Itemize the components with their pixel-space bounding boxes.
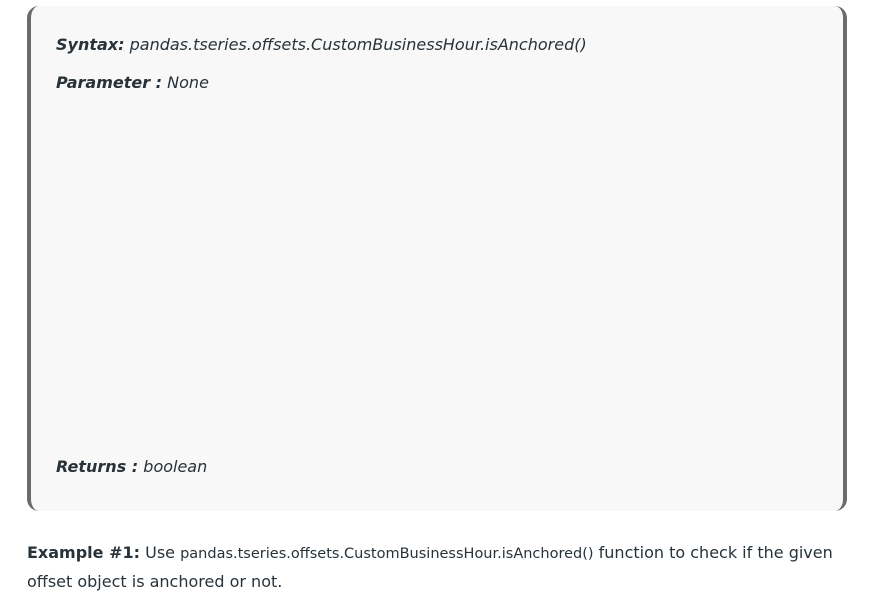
- returns-line: Returns : boolean: [56, 457, 207, 476]
- parameter-value: None: [167, 73, 209, 92]
- example-text-before: Use: [145, 543, 175, 562]
- example-code: pandas.tseries.offsets.CustomBusinessHou…: [180, 546, 594, 562]
- syntax-label: Syntax:: [56, 35, 125, 54]
- syntax-line: Syntax: pandas.tseries.offsets.CustomBus…: [56, 35, 587, 54]
- syntax-value: pandas.tseries.offsets.CustomBusinessHou…: [129, 35, 587, 54]
- parameter-line: Parameter : None: [56, 73, 209, 92]
- parameter-label: Parameter :: [56, 73, 163, 92]
- article-content: Syntax: pandas.tseries.offsets.CustomBus…: [0, 0, 893, 604]
- returns-value: boolean: [143, 457, 208, 476]
- example-label: Example #1:: [27, 543, 141, 562]
- example-paragraph: Example #1: Use pandas.tseries.offsets.C…: [27, 539, 857, 596]
- returns-label: Returns :: [56, 457, 139, 476]
- syntax-block: Syntax: pandas.tseries.offsets.CustomBus…: [27, 6, 847, 511]
